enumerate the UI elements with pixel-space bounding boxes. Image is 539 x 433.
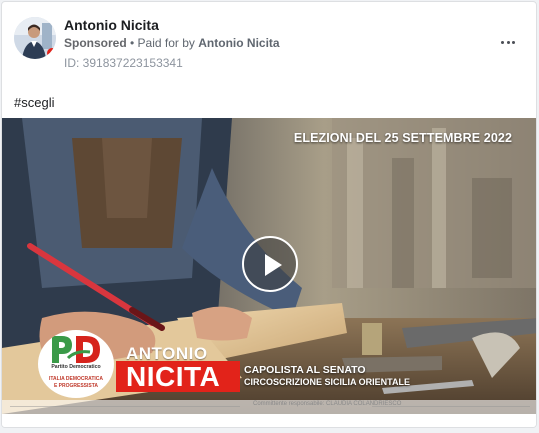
ad-id: ID: 391837223153341 xyxy=(64,56,183,70)
ad-card: Antonio Nicita Sponsored • Paid for by A… xyxy=(1,1,537,428)
play-icon xyxy=(265,254,282,276)
party-name: Partito Democratico xyxy=(51,364,101,370)
card-footer-space xyxy=(2,414,536,427)
paid-for-by-prefix: Paid for by xyxy=(137,36,199,50)
election-date-banner: ELEZIONI DEL 25 SETTEMBRE 2022 xyxy=(293,131,512,145)
page-name[interactable]: Antonio Nicita xyxy=(64,17,159,33)
fineprint-text: Committente responsabile: CLAUDIA COLAND… xyxy=(253,401,402,407)
paid-for-by-name[interactable]: Antonio Nicita xyxy=(198,36,279,50)
pd-logo-mark xyxy=(52,336,100,363)
meta-separator: • xyxy=(126,36,138,50)
page-avatar[interactable] xyxy=(14,17,56,59)
candidate-last-name: NICITA xyxy=(126,361,221,392)
party-subline-1: ITALIA DEMOCRATICA xyxy=(48,376,104,382)
post-text: #scegli xyxy=(14,95,55,110)
candidate-role: CAPOLISTA AL SENATO xyxy=(244,364,366,376)
video-player[interactable]: ELEZIONI DEL 25 SETTEMBRE 2022 Partito D… xyxy=(2,118,536,414)
sponsored-label[interactable]: Sponsored xyxy=(64,36,127,50)
party-subline-2: E PROGRESSISTA xyxy=(53,383,99,389)
party-logo: Partito Democratico ITALIA DEMOCRATICA E… xyxy=(38,330,114,398)
play-button[interactable] xyxy=(242,236,298,292)
more-options-button[interactable] xyxy=(498,32,518,52)
sponsored-line: Sponsored • Paid for by Antonio Nicita xyxy=(64,36,280,50)
fineprint-divider xyxy=(10,406,240,407)
candidate-constituency: CIRCOSCRIZIONE SICILIA ORIENTALE xyxy=(244,377,411,387)
